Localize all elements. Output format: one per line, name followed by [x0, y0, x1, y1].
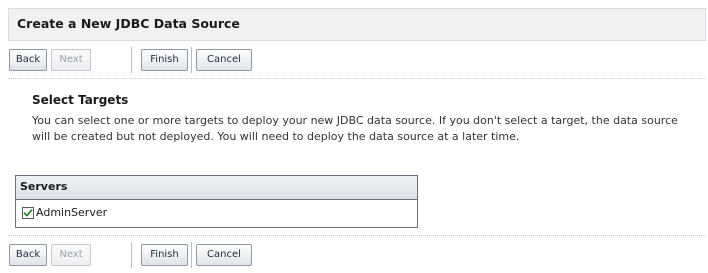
toolbar-separator: [191, 47, 192, 73]
finish-button[interactable]: Finish: [141, 49, 188, 71]
panel-header: Create a New JDBC Data Source: [8, 8, 706, 41]
cancel-button[interactable]: Cancel: [196, 244, 252, 266]
divider: [8, 78, 706, 79]
checkmark-icon: [23, 209, 33, 217]
wizard-toolbar-bottom: Back Next Finish Cancel: [8, 235, 706, 272]
finish-button[interactable]: Finish: [141, 244, 188, 266]
servers-table: Servers AdminServer: [15, 175, 418, 228]
back-button[interactable]: Back: [9, 244, 47, 266]
back-button[interactable]: Back: [9, 49, 47, 71]
server-label[interactable]: AdminServer: [36, 206, 107, 219]
wizard-toolbar-top: Back Next Finish Cancel: [8, 45, 706, 79]
section-heading: Select Targets: [32, 93, 129, 107]
cancel-button[interactable]: Cancel: [196, 49, 252, 71]
section-description: You can select one or more targets to de…: [32, 114, 678, 143]
next-button[interactable]: Next: [51, 49, 91, 71]
toolbar-separator: [131, 47, 132, 73]
table-header: Servers: [16, 176, 417, 200]
server-checkbox[interactable]: [22, 207, 34, 219]
table-header-servers: Servers: [20, 180, 68, 193]
toolbar-separator: [191, 242, 192, 268]
next-button[interactable]: Next: [51, 244, 91, 266]
toolbar-separator: [131, 242, 132, 268]
page-title: Create a New JDBC Data Source: [17, 16, 240, 31]
divider: [8, 235, 706, 236]
table-row[interactable]: AdminServer: [16, 200, 417, 227]
